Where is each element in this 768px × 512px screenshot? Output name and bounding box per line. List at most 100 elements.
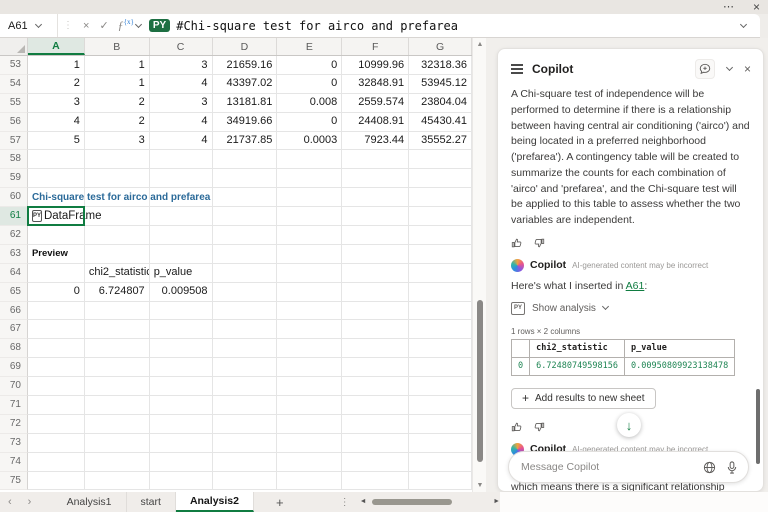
grid-cell[interactable] xyxy=(342,339,409,358)
grid-cell[interactable] xyxy=(150,396,213,415)
column-header-b[interactable]: B xyxy=(85,38,150,55)
grid-cell[interactable]: p_value xyxy=(150,264,213,283)
more-options-icon[interactable]: ⋯ xyxy=(723,3,735,11)
grid-cell[interactable] xyxy=(28,264,85,283)
grid-cell[interactable] xyxy=(28,358,85,377)
thumbs-up-icon[interactable] xyxy=(511,421,523,433)
row-header-62[interactable]: 62 xyxy=(0,226,28,245)
grid-cell[interactable] xyxy=(213,245,278,264)
grid-cell[interactable] xyxy=(342,472,409,491)
chevron-down-icon[interactable] xyxy=(35,20,42,27)
grid-cell[interactable] xyxy=(342,302,409,321)
grid-cell[interactable] xyxy=(277,396,342,415)
grid-cell[interactable] xyxy=(28,226,85,245)
row-header-68[interactable]: 68 xyxy=(0,339,28,358)
grid-cell[interactable] xyxy=(213,415,278,434)
scroll-down-icon[interactable]: ▼ xyxy=(473,482,487,489)
grid-cell[interactable] xyxy=(409,320,472,339)
grid-cell[interactable] xyxy=(342,358,409,377)
grid-cell[interactable]: 6.724807 xyxy=(85,283,150,302)
grid-cell[interactable] xyxy=(342,396,409,415)
grid-cell[interactable] xyxy=(150,169,213,188)
grid-cell[interactable] xyxy=(409,396,472,415)
grid-cell[interactable] xyxy=(150,415,213,434)
grid-cell[interactable] xyxy=(277,377,342,396)
grid-cell[interactable] xyxy=(342,226,409,245)
grid-cell[interactable]: 34919.66 xyxy=(213,113,278,132)
thumbs-up-icon[interactable] xyxy=(511,237,523,249)
grid-cell[interactable]: 53945.12 xyxy=(409,75,472,94)
grid-cell[interactable] xyxy=(277,415,342,434)
name-box[interactable]: A61 xyxy=(0,14,58,37)
grid-cell[interactable] xyxy=(28,339,85,358)
close-copilot-icon[interactable]: × xyxy=(744,62,751,76)
grid-cell[interactable]: 0.009508 xyxy=(150,283,213,302)
grid-cell[interactable] xyxy=(342,245,409,264)
grid-cell[interactable] xyxy=(277,320,342,339)
grid-cell[interactable] xyxy=(277,339,342,358)
grid-cell[interactable]: 3 xyxy=(28,94,85,113)
grid-cell[interactable] xyxy=(342,453,409,472)
row-header-69[interactable]: 69 xyxy=(0,358,28,377)
grid-cell[interactable] xyxy=(150,434,213,453)
microphone-icon[interactable] xyxy=(726,461,738,474)
grid-cell[interactable] xyxy=(409,358,472,377)
grid-cell[interactable] xyxy=(85,472,150,491)
grid-cell[interactable]: 0 xyxy=(277,56,342,75)
grid-cell[interactable] xyxy=(277,472,342,491)
confirm-entry-icon[interactable]: ✓ xyxy=(94,19,113,32)
grid-cell[interactable] xyxy=(277,302,342,321)
row-header-71[interactable]: 71 xyxy=(0,396,28,415)
thumbs-down-icon[interactable] xyxy=(533,421,545,433)
grid-cell[interactable]: 32318.36 xyxy=(409,56,472,75)
grid-cell[interactable] xyxy=(342,377,409,396)
grid-cell[interactable]: 13181.81 xyxy=(213,94,278,113)
formula-input[interactable]: #Chi-square test for airco and prefarea xyxy=(176,19,741,33)
grid-cell[interactable] xyxy=(150,150,213,169)
grid-cell[interactable] xyxy=(213,302,278,321)
column-header-e[interactable]: E xyxy=(277,38,342,55)
menu-icon[interactable] xyxy=(511,62,523,76)
grid-cell[interactable] xyxy=(213,396,278,415)
grid-cell[interactable] xyxy=(409,302,472,321)
panel-scroll-thumb[interactable] xyxy=(756,389,760,464)
grid-cell[interactable] xyxy=(28,453,85,472)
grid-cell[interactable] xyxy=(213,169,278,188)
grid-cell[interactable]: 1 xyxy=(28,56,85,75)
grid-cell[interactable] xyxy=(85,453,150,472)
function-chevron-icon[interactable] xyxy=(135,20,142,27)
grid-cell[interactable]: 43397.02 xyxy=(213,75,278,94)
grid-cell[interactable] xyxy=(277,283,342,302)
grid-cell[interactable] xyxy=(342,320,409,339)
grid-cell[interactable]: 4 xyxy=(28,113,85,132)
row-header-59[interactable]: 59 xyxy=(0,169,28,188)
cancel-entry-icon[interactable]: × xyxy=(78,20,94,32)
scroll-right-icon[interactable]: ► xyxy=(493,498,500,505)
grid-cell[interactable] xyxy=(277,453,342,472)
grid-cell[interactable] xyxy=(85,302,150,321)
add-sheet-button[interactable]: + xyxy=(254,495,306,510)
grid-cell[interactable] xyxy=(213,150,278,169)
row-header-53[interactable]: 53 xyxy=(0,56,28,75)
grid-cell[interactable] xyxy=(409,339,472,358)
grid-cell[interactable] xyxy=(150,302,213,321)
grid-cell[interactable]: 0 xyxy=(277,75,342,94)
grid-cell[interactable] xyxy=(342,188,409,207)
column-header-f[interactable]: F xyxy=(342,38,409,55)
grid-cell[interactable] xyxy=(409,264,472,283)
grid-cell[interactable] xyxy=(342,207,409,226)
grid-cell[interactable] xyxy=(28,150,85,169)
add-results-button[interactable]: + Add results to new sheet xyxy=(511,388,656,409)
scroll-up-icon[interactable]: ▲ xyxy=(473,41,487,48)
grid-cell[interactable] xyxy=(213,434,278,453)
grid-cell[interactable] xyxy=(28,396,85,415)
row-header-67[interactable]: 67 xyxy=(0,320,28,339)
row-header-72[interactable]: 72 xyxy=(0,415,28,434)
insert-function-icon[interactable]: ƒ{x} xyxy=(114,18,136,33)
grid-cell[interactable]: 3 xyxy=(85,132,150,151)
grid-cell[interactable] xyxy=(409,472,472,491)
grid-cell[interactable] xyxy=(277,226,342,245)
sheet-tab-analysis2[interactable]: Analysis2 xyxy=(176,492,254,512)
grid-cell[interactable]: 0.0003 xyxy=(277,132,342,151)
scroll-left-icon[interactable]: ◄ xyxy=(360,498,367,505)
